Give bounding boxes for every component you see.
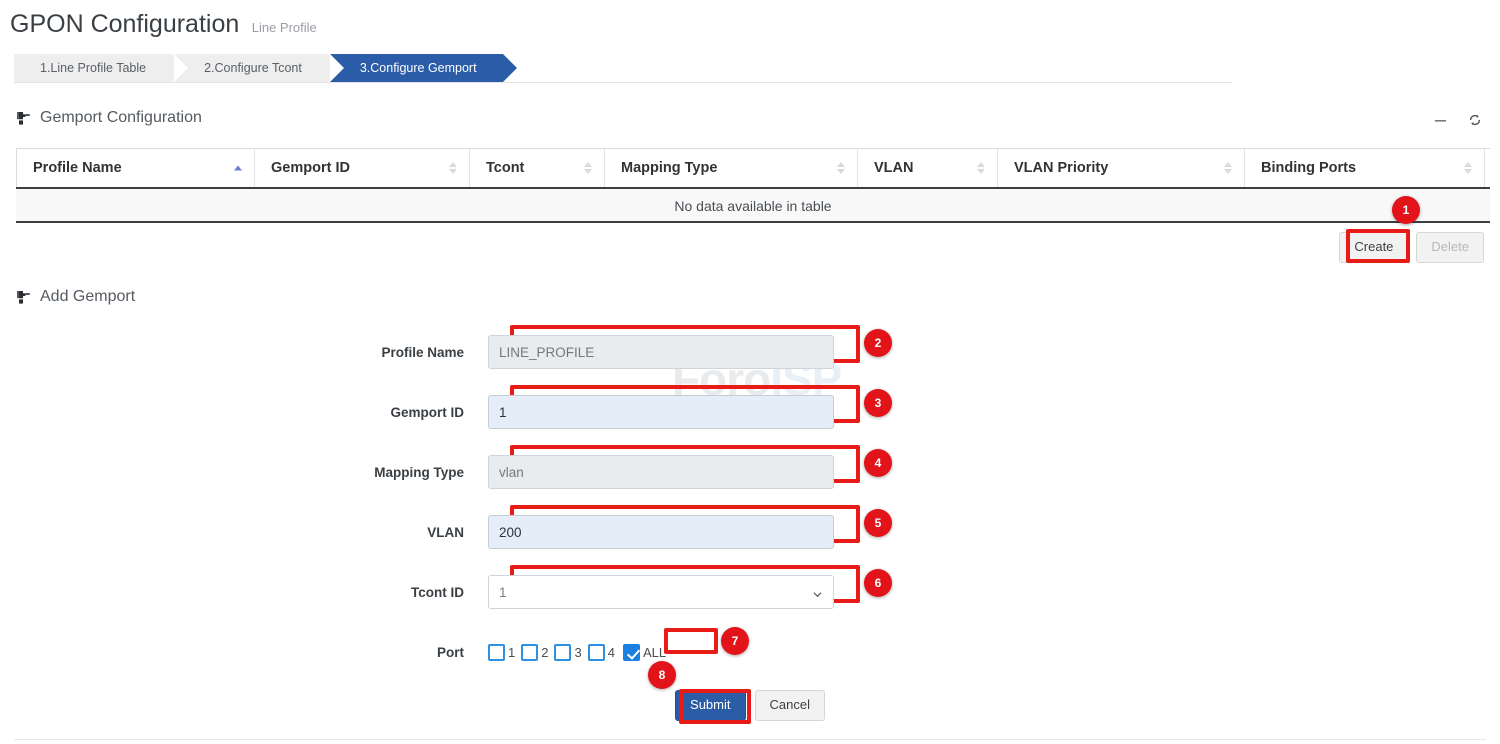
col-label: VLAN Priority	[1014, 160, 1108, 176]
sort-icon[interactable]	[1464, 162, 1472, 174]
gemport-table: Profile Name Gemport ID Tcont Mapping Ty…	[16, 148, 1490, 223]
mapping-type-control	[488, 455, 834, 489]
page-title: GPON Configuration	[10, 10, 239, 39]
page-subtitle: Line Profile	[252, 20, 317, 35]
port-1-label: 1	[508, 645, 515, 660]
col-tcont[interactable]: Tcont	[469, 149, 605, 187]
col-label: Profile Name	[33, 160, 122, 176]
port-all-checkbox[interactable]	[623, 644, 640, 661]
col-label: Tcont	[486, 160, 524, 176]
table-header-row: Profile Name Gemport ID Tcont Mapping Ty…	[16, 148, 1490, 189]
port-3-label: 3	[574, 645, 581, 660]
sort-icon[interactable]	[1224, 162, 1232, 174]
field-row-profile-name: Profile Name	[0, 322, 1500, 382]
port-control: 1 2 3 4 ALL	[488, 644, 834, 661]
field-row-tcont-id: Tcont ID 1	[0, 562, 1500, 622]
port-2-item[interactable]: 2	[521, 644, 548, 661]
table-empty-message: No data available in table	[16, 189, 1490, 223]
profile-name-control	[488, 335, 834, 369]
tcont-id-control: 1	[488, 575, 834, 609]
port-1-checkbox[interactable]	[488, 644, 505, 661]
vlan-label: VLAN	[0, 525, 488, 540]
field-row-port: Port 1 2 3	[0, 622, 1500, 682]
step-label: 1.Line Profile Table	[40, 61, 146, 75]
create-button[interactable]: Create	[1339, 232, 1408, 263]
sort-icon[interactable]	[977, 162, 985, 174]
port-all-item[interactable]: ALL	[623, 644, 666, 661]
sort-icon[interactable]	[449, 162, 457, 174]
footer-divider	[14, 739, 1486, 740]
gemport-configuration-header: Gemport Configuration	[16, 109, 202, 127]
col-vlan[interactable]: VLAN	[857, 149, 998, 187]
col-label: Gemport ID	[271, 160, 350, 176]
step-wizard: 1.Line Profile Table 2.Configure Tcont 3…	[14, 54, 505, 83]
port-4-label: 4	[608, 645, 615, 660]
plugin-icon	[16, 111, 32, 126]
panel-tools: –	[1435, 110, 1482, 130]
port-label: Port	[0, 645, 488, 660]
mapping-type-label: Mapping Type	[0, 465, 488, 480]
step-label: 3.Configure Gemport	[360, 61, 477, 75]
port-2-checkbox[interactable]	[521, 644, 538, 661]
mapping-type-input[interactable]	[488, 455, 834, 489]
form-action-buttons: Submit Cancel	[0, 690, 1500, 721]
col-label: VLAN	[874, 160, 913, 176]
vlan-control	[488, 515, 834, 549]
vlan-input[interactable]	[488, 515, 834, 549]
col-binding-ports[interactable]: Binding Ports	[1244, 149, 1485, 187]
collapse-icon[interactable]: –	[1435, 110, 1446, 130]
port-2-label: 2	[541, 645, 548, 660]
cancel-button[interactable]: Cancel	[755, 690, 825, 721]
tcont-id-label: Tcont ID	[0, 585, 488, 600]
profile-name-input[interactable]	[488, 335, 834, 369]
port-4-item[interactable]: 4	[588, 644, 615, 661]
step-line-profile-table[interactable]: 1.Line Profile Table	[14, 54, 172, 83]
col-label: Mapping Type	[621, 160, 717, 176]
sort-asc-icon[interactable]	[234, 166, 242, 171]
col-label: Binding Ports	[1261, 160, 1356, 176]
sort-icon[interactable]	[584, 162, 592, 174]
col-gemport-id[interactable]: Gemport ID	[254, 149, 470, 187]
submit-button[interactable]: Submit	[675, 690, 745, 721]
refresh-icon[interactable]	[1468, 113, 1482, 127]
table-action-buttons: Create Delete	[1339, 232, 1484, 263]
col-profile-name[interactable]: Profile Name	[16, 149, 255, 187]
page-root: ForoISP GPON Configuration Line Profile …	[0, 0, 1500, 744]
gemport-id-label: Gemport ID	[0, 405, 488, 420]
gemport-id-control	[488, 395, 834, 429]
step-label: 2.Configure Tcont	[204, 61, 302, 75]
profile-name-label: Profile Name	[0, 345, 488, 360]
step-configure-gemport[interactable]: 3.Configure Gemport	[330, 54, 503, 83]
plugin-icon	[16, 290, 32, 305]
port-1-item[interactable]: 1	[488, 644, 515, 661]
panel-title: Gemport Configuration	[40, 109, 202, 127]
annotation-badge-1: 1	[1392, 196, 1420, 224]
sort-icon[interactable]	[837, 162, 845, 174]
delete-button[interactable]: Delete	[1416, 232, 1484, 263]
port-all-label: ALL	[643, 645, 666, 660]
col-vlan-priority[interactable]: VLAN Priority	[997, 149, 1245, 187]
steps-divider	[14, 82, 1232, 83]
step-configure-tcont[interactable]: 2.Configure Tcont	[174, 54, 328, 83]
panel-title: Add Gemport	[40, 288, 135, 306]
tcont-id-select[interactable]: 1	[488, 575, 834, 609]
add-gemport-form: Profile Name Gemport ID Mapping Type VLA…	[0, 322, 1500, 682]
col-mapping-type[interactable]: Mapping Type	[604, 149, 858, 187]
field-row-mapping-type: Mapping Type	[0, 442, 1500, 502]
field-row-gemport-id: Gemport ID	[0, 382, 1500, 442]
port-3-checkbox[interactable]	[554, 644, 571, 661]
page-header: GPON Configuration Line Profile	[10, 10, 317, 39]
field-row-vlan: VLAN	[0, 502, 1500, 562]
port-checkbox-group: 1 2 3 4 ALL	[488, 644, 834, 661]
port-4-checkbox[interactable]	[588, 644, 605, 661]
gemport-id-input[interactable]	[488, 395, 834, 429]
add-gemport-header: Add Gemport	[16, 288, 135, 306]
port-3-item[interactable]: 3	[554, 644, 581, 661]
